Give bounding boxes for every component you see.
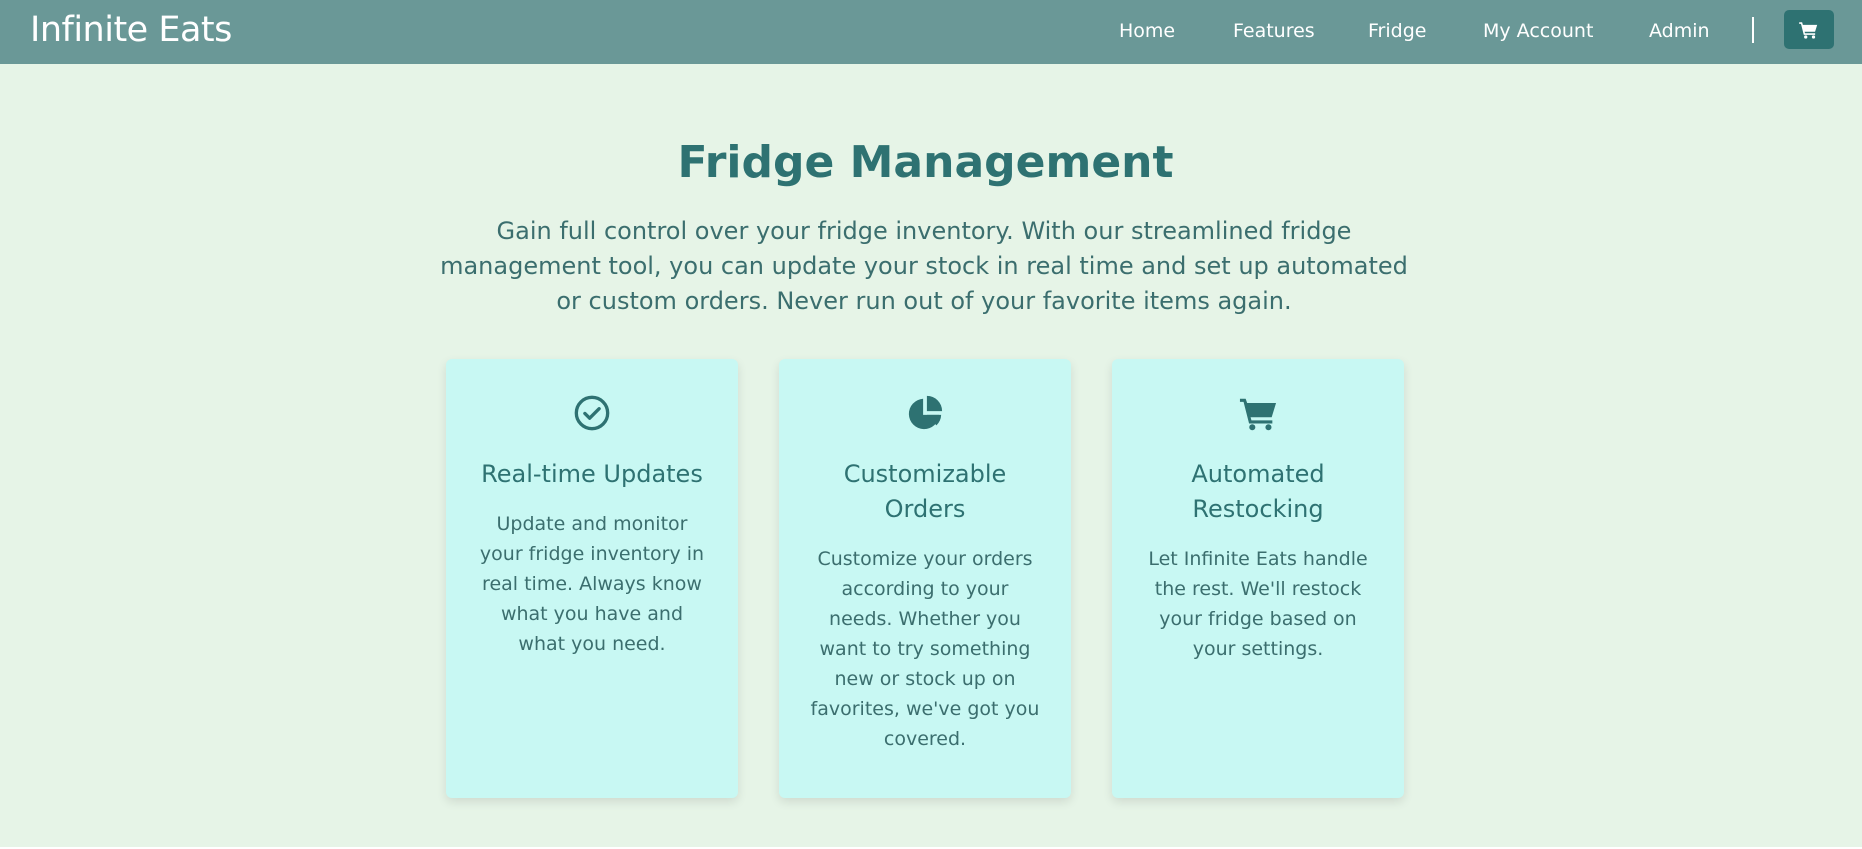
nav-admin[interactable]: Admin [1649,20,1710,42]
main-content: Fridge Management Gain full control over… [0,64,1862,849]
shopping-cart-icon [1239,398,1277,431]
nav-fridge[interactable]: Fridge [1368,20,1426,42]
shopping-cart-icon [1799,21,1818,39]
nav-home[interactable]: Home [1119,20,1175,42]
feature-text: Update and monitor your fridge inventory… [479,513,705,655]
feature-title: Real-time Updates [481,460,703,488]
cart-button[interactable] [1784,10,1834,49]
feature-card-realtime: Real-time Updates Update and monitor you… [446,359,738,798]
nav-my-account[interactable]: My Account [1483,20,1593,42]
brand-logo[interactable]: Infinite Eats [30,10,232,50]
page-title: Fridge Management [677,137,1174,188]
nav-features[interactable]: Features [1233,20,1315,42]
top-navbar: Infinite Eats Home Features Fridge My Ac… [0,0,1862,64]
nav-divider [1752,17,1754,43]
pie-chart-icon [908,395,943,430]
feature-card-restocking: Automated Restocking Let Infinite Eats h… [1112,359,1404,798]
feature-text: Customize your orders according to your … [810,548,1040,750]
intro-text: Gain full control over your fridge inven… [440,217,1408,315]
feature-title: Customizable Orders [843,460,1007,523]
feature-title: Automated Restocking [1191,460,1325,523]
feature-card-orders: Customizable Orders Customize your order… [779,359,1071,798]
check-circle-icon [574,395,610,431]
feature-text: Let Infinite Eats handle the rest. We'll… [1148,548,1368,660]
